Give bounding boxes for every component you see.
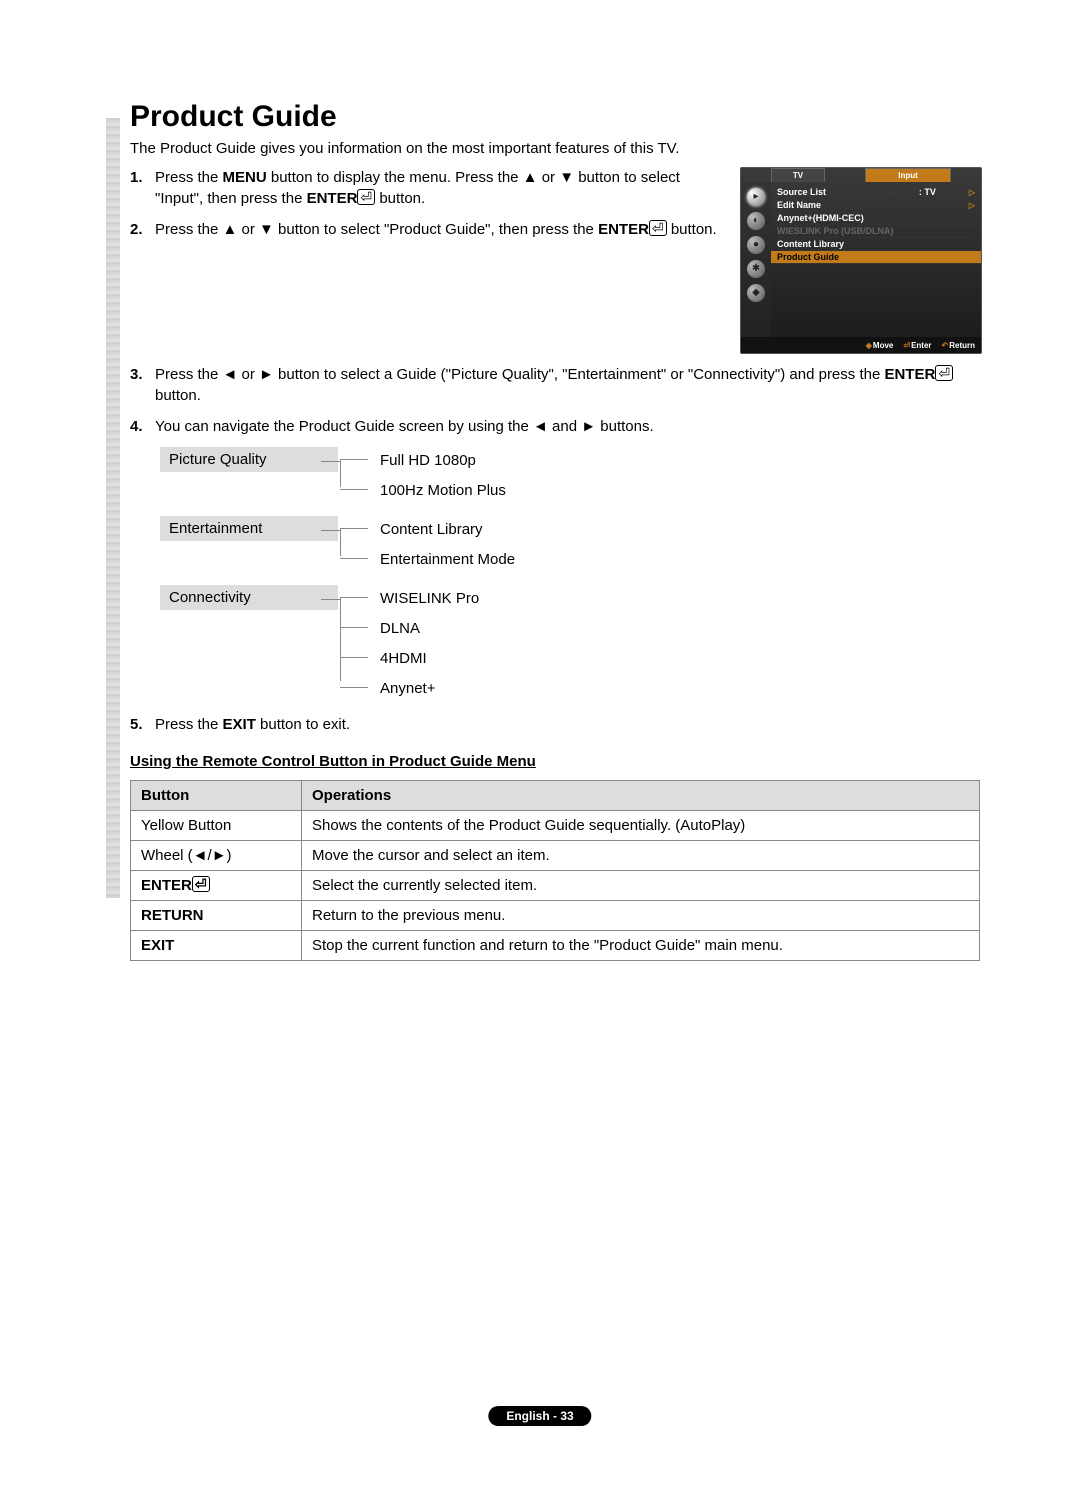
enter-icon: ⏎ <box>935 365 953 381</box>
tree-item: Anynet+ <box>370 675 980 702</box>
cell-button: Wheel (◄/►) <box>131 841 302 871</box>
osd-label: Content Library <box>777 239 975 249</box>
step-5: 5. Press the EXIT button to exit. <box>130 714 980 735</box>
tree-category: Picture Quality <box>160 447 338 472</box>
manual-page: Product Guide The Product Guide gives yo… <box>0 0 1080 1486</box>
osd-row: Content Library <box>777 238 975 251</box>
osd-row: Product Guide <box>771 251 981 264</box>
osd-side-icons: ▸ ◐ ● ✱ ◆ <box>741 182 771 338</box>
osd-window: TV Input ▸ ◐ ● ✱ ◆ Source List: TV▷Edit … <box>740 167 982 354</box>
osd-menu-list: Source List: TV▷Edit Name▷Anynet+(HDMI-C… <box>771 182 981 338</box>
intro-text: The Product Guide gives you information … <box>130 138 980 159</box>
cell-operation: Move the cursor and select an item. <box>302 841 980 871</box>
tree-item: 100Hz Motion Plus <box>370 477 980 504</box>
remote-operations-table: Button Operations Yellow ButtonShows the… <box>130 780 980 961</box>
tab-tv: TV <box>771 168 825 182</box>
tree-item: Content Library <box>370 516 980 543</box>
tree-item: Entertainment Mode <box>370 546 980 573</box>
table-row: EXITStop the current function and return… <box>131 931 980 961</box>
osd-label: Anynet+(HDMI-CEC) <box>777 213 975 223</box>
step-3: 3. Press the ◄ or ► button to select a G… <box>130 364 980 406</box>
tree-group: Picture Quality Full HD 1080p 100Hz Motion… <box>160 447 980 504</box>
hint-return: ↶Return <box>942 341 975 350</box>
osd-icon-setup: ◆ <box>747 284 765 302</box>
step-1: 1. Press the MENU button to display the … <box>130 167 730 209</box>
osd-label: Edit Name <box>777 200 969 210</box>
step-text: You can navigate the Product Guide scree… <box>155 416 980 437</box>
step-number: 4. <box>130 416 155 437</box>
th-operations: Operations <box>302 781 980 811</box>
tree-item: DLNA <box>370 615 980 642</box>
osd-icon-channel: ✱ <box>747 260 765 278</box>
step-text: Press the ▲ or ▼ button to select "Produ… <box>155 219 730 240</box>
tree-category: Entertainment <box>160 516 338 541</box>
th-button: Button <box>131 781 302 811</box>
hint-enter: ⏎Enter <box>903 341 931 350</box>
table-row: Yellow ButtonShows the contents of the P… <box>131 811 980 841</box>
cell-button: EXIT <box>131 931 302 961</box>
cell-button: Yellow Button <box>131 811 302 841</box>
enter-icon: ⏎ <box>357 189 375 205</box>
arrow-icon: ▷ <box>969 201 975 210</box>
steps-list-end: 5. Press the EXIT button to exit. <box>130 714 980 735</box>
osd-row: Anynet+(HDMI-CEC) <box>777 212 975 225</box>
osd-icon-picture: ◐ <box>747 212 765 230</box>
osd-label: WIESLINK Pro (USB/DLNA) <box>777 226 975 236</box>
steps-list-cont: 3. Press the ◄ or ► button to select a G… <box>130 364 980 437</box>
tree-item: 4HDMI <box>370 645 980 672</box>
osd-icon-sound: ● <box>747 236 765 254</box>
arrow-icon: ▷ <box>969 188 975 197</box>
page-title: Product Guide <box>130 100 980 134</box>
enter-icon: ⏎ <box>649 220 667 236</box>
tree-group: Connectivity WISELINK Pro DLNA 4HDMI Anynet+ <box>160 585 980 702</box>
cell-button: ENTER⏎ <box>131 871 302 901</box>
osd-tabs: TV Input <box>741 168 981 182</box>
osd-label: Source List <box>777 187 919 197</box>
table-row: RETURNReturn to the previous menu. <box>131 901 980 931</box>
step-text: Press the MENU button to display the men… <box>155 167 730 209</box>
osd-row: Source List: TV▷ <box>777 186 975 199</box>
osd-icon-input: ▸ <box>747 188 765 206</box>
step-number: 5. <box>130 714 155 735</box>
enter-icon: ⏎ <box>192 876 210 892</box>
steps-list: 1. Press the MENU button to display the … <box>130 167 730 354</box>
page-footer-badge: English - 33 <box>488 1406 591 1426</box>
osd-value: : TV <box>919 187 969 197</box>
cell-button: RETURN <box>131 901 302 931</box>
table-row: ENTER⏎Select the currently selected item… <box>131 871 980 901</box>
cell-operation: Shows the contents of the Product Guide … <box>302 811 980 841</box>
content-area: Product Guide The Product Guide gives yo… <box>130 100 980 961</box>
tree-category: Connectivity <box>160 585 338 610</box>
osd-label: Product Guide <box>777 252 975 262</box>
cell-operation: Select the currently selected item. <box>302 871 980 901</box>
osd-screenshot: TV Input ▸ ◐ ● ✱ ◆ Source List: TV▷Edit … <box>740 167 980 354</box>
osd-row: Edit Name▷ <box>777 199 975 212</box>
ornament-left-bar <box>106 118 120 898</box>
step-number: 2. <box>130 219 155 240</box>
cell-operation: Stop the current function and return to … <box>302 931 980 961</box>
cell-operation: Return to the previous menu. <box>302 901 980 931</box>
hint-move: ◆Move <box>866 341 894 350</box>
step-2: 2. Press the ▲ or ▼ button to select "Pr… <box>130 219 730 240</box>
tree-item: WISELINK Pro <box>370 585 980 612</box>
feature-tree: Picture Quality Full HD 1080p 100Hz Motion… <box>160 447 980 702</box>
table-row: Wheel (◄/►)Move the cursor and select an… <box>131 841 980 871</box>
tree-item: Full HD 1080p <box>370 447 980 474</box>
step-number: 1. <box>130 167 155 209</box>
subheading: Using the Remote Control Button in Produ… <box>130 753 980 770</box>
step-4: 4. You can navigate the Product Guide sc… <box>130 416 980 437</box>
tab-input: Input <box>865 168 951 182</box>
osd-footer-hints: ◆Move ⏎Enter ↶Return <box>741 337 981 353</box>
step-number: 3. <box>130 364 155 406</box>
step-text: Press the ◄ or ► button to select a Guid… <box>155 364 980 406</box>
osd-row: WIESLINK Pro (USB/DLNA) <box>777 225 975 238</box>
step-text: Press the EXIT button to exit. <box>155 714 980 735</box>
tree-group: Entertainment Content Library Entertainmen… <box>160 516 980 573</box>
